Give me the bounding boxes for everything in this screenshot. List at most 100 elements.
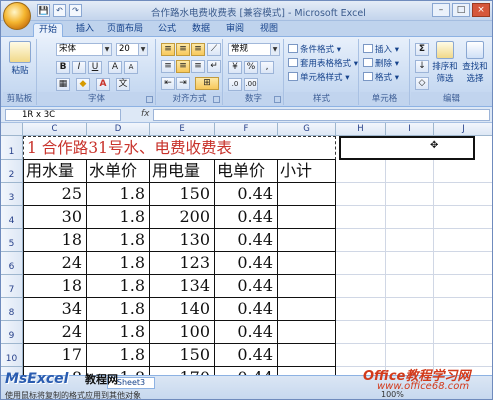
decrease-indent-icon[interactable]: ⇤ [161, 77, 175, 90]
fill-icon[interactable]: ↓ [415, 60, 429, 73]
empty-cell[interactable] [336, 321, 386, 344]
table-cell[interactable]: 0.44 [215, 275, 278, 298]
worksheet-grid[interactable]: C D E F G H I J 1 2 3 4 5 6 7 8 9 10 11 [1, 123, 492, 379]
empty-cell[interactable] [386, 229, 434, 252]
empty-cell[interactable] [336, 183, 386, 206]
select-all-corner[interactable] [1, 123, 23, 136]
table-cell[interactable]: 0.44 [215, 183, 278, 206]
paste-button[interactable]: 粘贴 [7, 41, 33, 76]
italic-button[interactable]: I [72, 61, 86, 74]
empty-cell[interactable] [386, 298, 434, 321]
redo-icon[interactable]: ↷ [69, 4, 82, 17]
column-header-i[interactable]: I [386, 123, 434, 136]
close-button[interactable]: × [472, 3, 490, 17]
shrink-font-icon[interactable]: A [124, 61, 138, 74]
format-as-table-button[interactable]: 套用表格格式 ▾ [288, 57, 358, 69]
empty-cell[interactable] [434, 321, 492, 344]
column-header-j[interactable]: J [434, 123, 492, 136]
empty-cell[interactable] [386, 344, 434, 367]
clear-icon[interactable]: ◇ [415, 77, 429, 90]
table-cell[interactable] [278, 229, 336, 252]
empty-cell[interactable] [336, 344, 386, 367]
phonetic-icon[interactable]: 文 [116, 78, 130, 91]
maximize-button[interactable]: □ [452, 3, 470, 17]
selected-range-h1-j1[interactable] [339, 136, 475, 160]
column-header-h[interactable]: H [336, 123, 386, 136]
table-cell[interactable] [278, 298, 336, 321]
find-select-button[interactable]: 查找和 选择 [461, 41, 489, 84]
row-header-2[interactable]: 2 [1, 160, 23, 183]
row-header-4[interactable]: 4 [1, 206, 23, 229]
table-cell[interactable]: 34 [23, 298, 87, 321]
merge-center-icon[interactable]: ⊞ [195, 77, 219, 90]
fill-color-icon[interactable]: ◆ [76, 78, 90, 91]
format-cells-button[interactable]: 格式 ▾ [363, 71, 399, 83]
row-header-1[interactable]: 1 [1, 136, 23, 160]
header-subtotal[interactable]: 小计 [278, 160, 336, 183]
table-cell[interactable]: 1.8 [87, 321, 150, 344]
empty-cell[interactable] [434, 298, 492, 321]
grow-font-icon[interactable]: A [108, 61, 122, 74]
empty-cell[interactable] [336, 229, 386, 252]
tab-data[interactable]: 数据 [187, 23, 215, 37]
number-dialog-launcher[interactable] [274, 96, 281, 103]
table-cell[interactable]: 1.8 [87, 206, 150, 229]
row-header-5[interactable]: 5 [1, 229, 23, 252]
tab-insert[interactable]: 插入 [71, 23, 99, 37]
table-cell[interactable]: 150 [150, 183, 215, 206]
table-cell[interactable] [278, 183, 336, 206]
delete-cells-button[interactable]: 删除 ▾ [363, 57, 399, 69]
table-cell[interactable]: 0.44 [215, 321, 278, 344]
formula-input[interactable] [153, 109, 490, 121]
save-icon[interactable]: 💾 [37, 4, 50, 17]
align-middle-icon[interactable]: ≡ [176, 43, 190, 56]
empty-cell[interactable] [336, 275, 386, 298]
increase-indent-icon[interactable]: ⇥ [176, 77, 190, 90]
table-cell[interactable]: 17 [23, 344, 87, 367]
table-cell[interactable]: 24 [23, 321, 87, 344]
border-icon[interactable]: ▦ [56, 78, 70, 91]
column-header-e[interactable]: E [150, 123, 215, 136]
cell-style-button[interactable]: 单元格样式 ▾ [288, 71, 349, 83]
alignment-dialog-launcher[interactable] [213, 96, 220, 103]
decrease-decimal-icon[interactable]: .00 [244, 78, 258, 91]
minimize-button[interactable]: – [432, 3, 450, 17]
conditional-format-button[interactable]: 条件格式 ▾ [288, 43, 341, 55]
column-header-g[interactable]: G [278, 123, 336, 136]
number-format-select[interactable]: 常规 ▼ [228, 43, 280, 56]
table-cell[interactable]: 18 [23, 275, 87, 298]
office-button[interactable] [3, 2, 31, 30]
table-cell[interactable]: 1.8 [87, 229, 150, 252]
tab-page-layout[interactable]: 页面布局 [105, 23, 145, 37]
table-cell[interactable]: 100 [150, 321, 215, 344]
align-top-icon[interactable]: ≡ [161, 43, 175, 56]
font-dialog-launcher[interactable] [146, 96, 153, 103]
empty-cell[interactable] [434, 229, 492, 252]
header-power-usage[interactable]: 用电量 [150, 160, 215, 183]
empty-cell[interactable] [336, 206, 386, 229]
table-cell[interactable]: 1.8 [87, 275, 150, 298]
table-cell[interactable]: 0.44 [215, 206, 278, 229]
currency-icon[interactable]: ¥ [228, 61, 242, 74]
table-cell[interactable]: 25 [23, 183, 87, 206]
header-power-price[interactable]: 电单价 [215, 160, 278, 183]
row-header-3[interactable]: 3 [1, 183, 23, 206]
name-box[interactable]: 1R x 3C [5, 109, 121, 121]
table-cell[interactable] [278, 344, 336, 367]
font-size-select[interactable]: 20 ▼ [116, 43, 148, 56]
table-cell[interactable] [278, 275, 336, 298]
table-title-cell[interactable]: 1 合作路31号水、电费收费表 [23, 136, 336, 160]
header-water-price[interactable]: 水单价 [87, 160, 150, 183]
table-cell[interactable]: 140 [150, 298, 215, 321]
table-cell[interactable]: 200 [150, 206, 215, 229]
row-header-8[interactable]: 8 [1, 298, 23, 321]
table-cell[interactable]: 134 [150, 275, 215, 298]
table-cell[interactable]: 1.8 [87, 252, 150, 275]
empty-cell[interactable] [434, 252, 492, 275]
underline-button[interactable]: U [88, 61, 102, 74]
undo-icon[interactable]: ↶ [53, 4, 66, 17]
align-right-icon[interactable]: ≡ [191, 60, 205, 73]
font-name-select[interactable]: 宋体 ▼ [56, 43, 112, 56]
align-center-icon[interactable]: ≡ [176, 60, 190, 73]
empty-cell[interactable] [434, 160, 492, 183]
